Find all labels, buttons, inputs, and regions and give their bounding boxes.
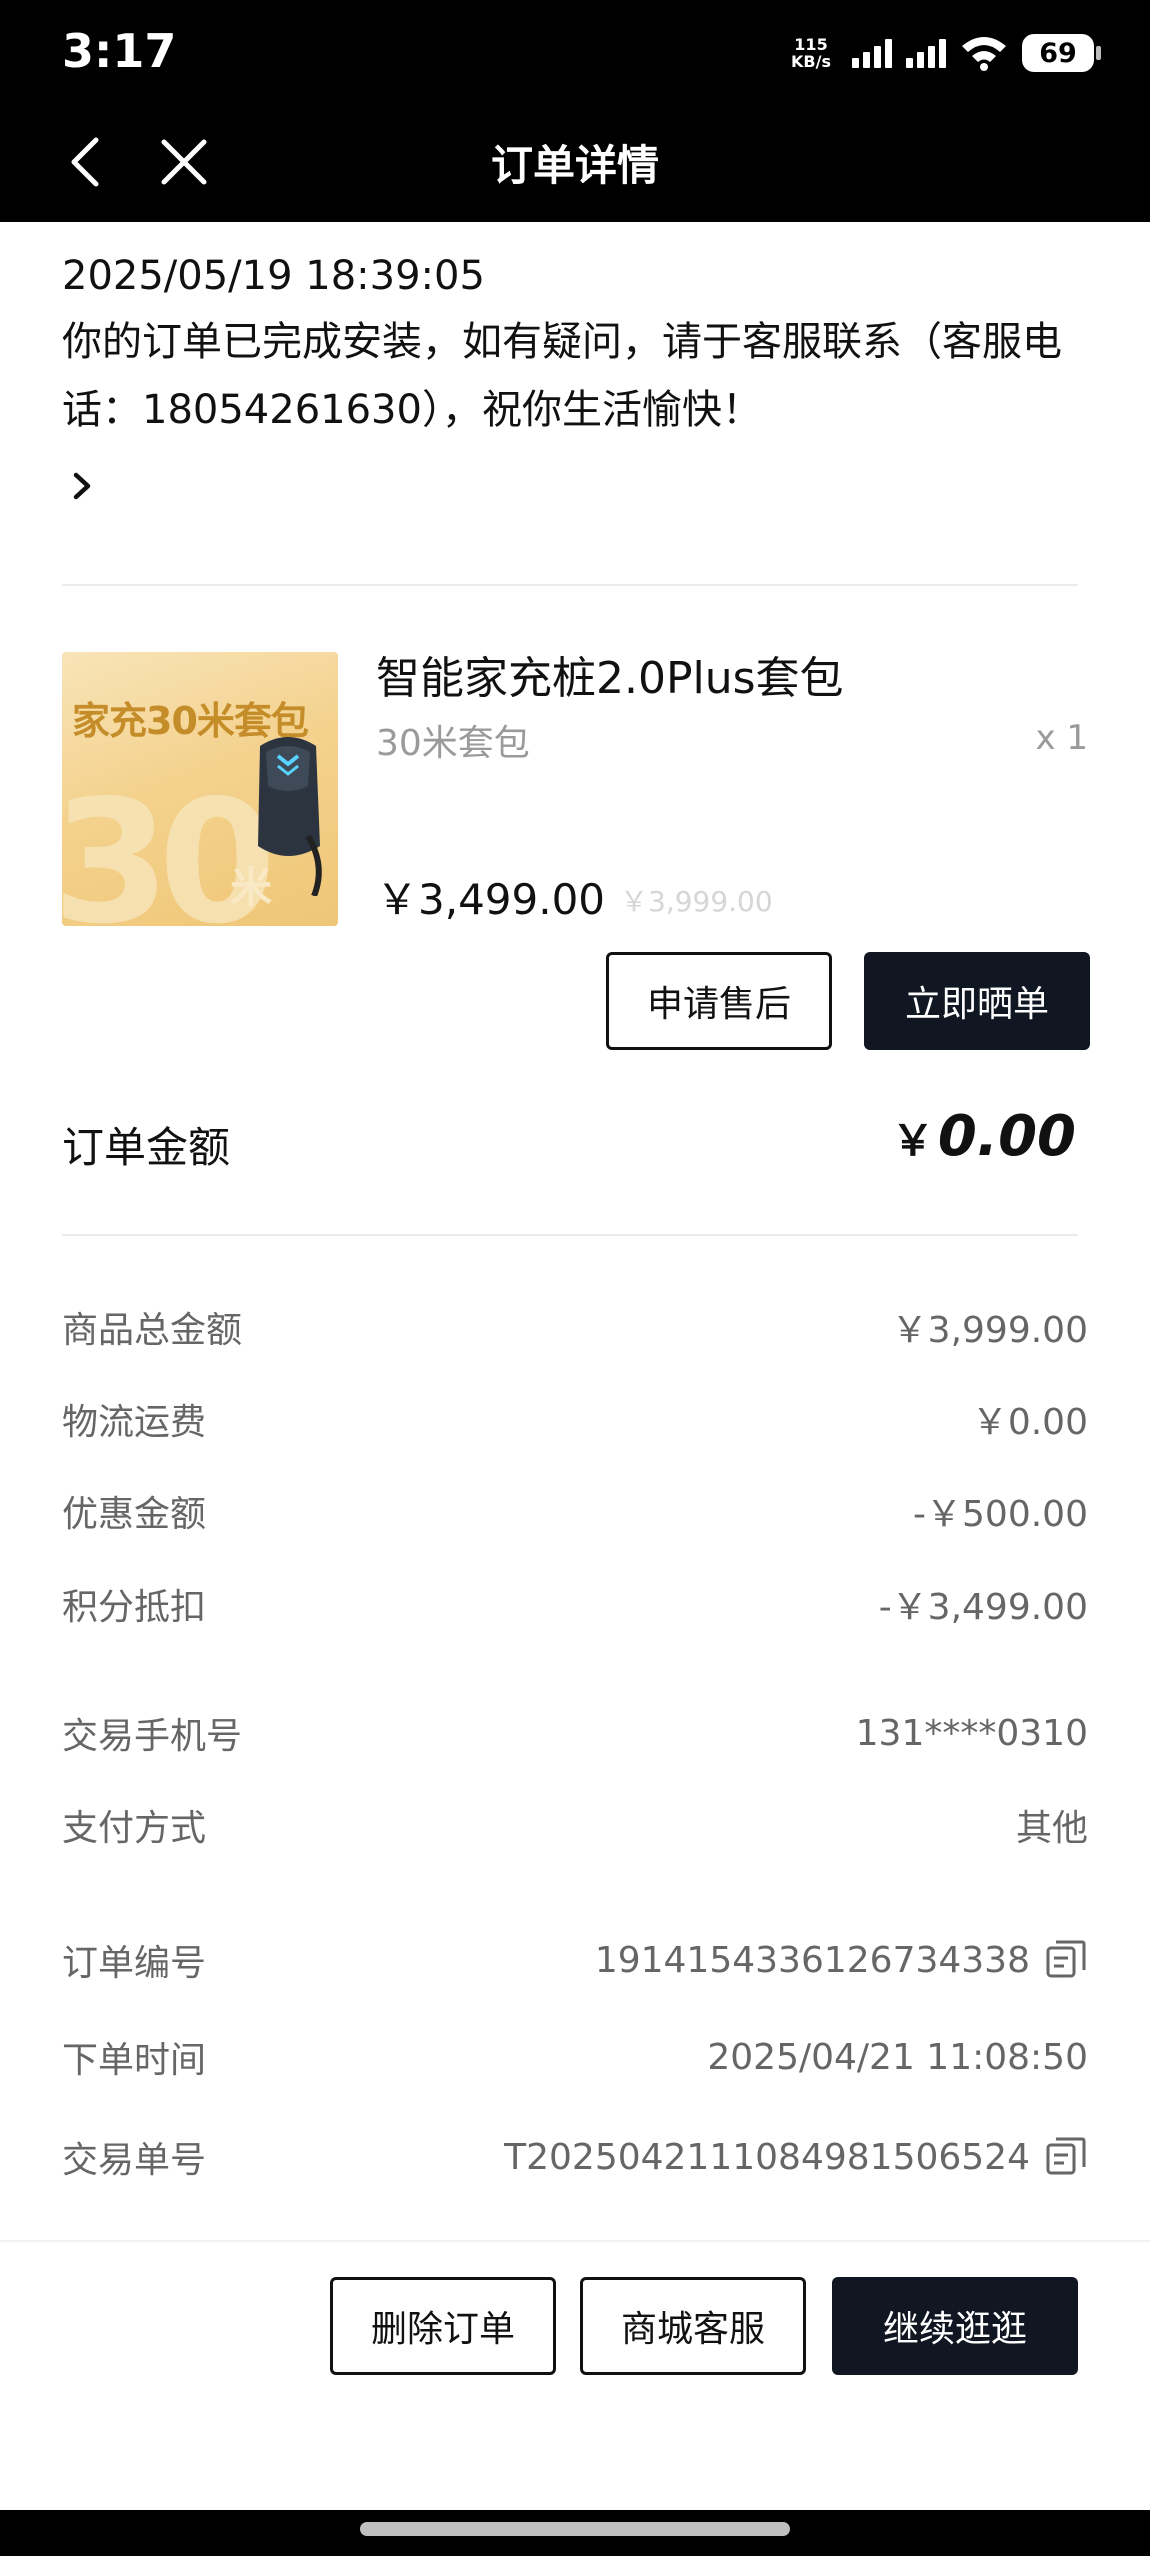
delete-order-button[interactable]: 删除订单 — [330, 2277, 556, 2375]
detail-value: -￥3,499.00 — [878, 1587, 1088, 1628]
detail-value: -￥500.00 — [913, 1494, 1088, 1535]
detail-row-discount: 优惠金额 -￥500.00 — [62, 1481, 1088, 1541]
continue-shopping-button[interactable]: 继续逛逛 — [832, 2277, 1078, 2375]
after-sale-button[interactable]: 申请售后 — [606, 952, 832, 1050]
detail-label: 优惠金额 — [62, 1494, 207, 1535]
status-message: 你的订单已完成安装，如有疑问，请于客服联系（客服电话：18054261630），… — [62, 319, 1062, 433]
detail-label: 交易手机号 — [62, 1716, 243, 1757]
detail-value: ￥3,999.00 — [891, 1310, 1088, 1351]
chevron-right-icon[interactable] — [62, 466, 102, 506]
detail-label: 支付方式 — [62, 1808, 207, 1849]
wifi-icon — [962, 37, 1006, 71]
network-speed-value: 115 — [794, 35, 828, 54]
detail-value: 1914154336126734338 — [594, 1939, 1030, 1981]
detail-label: 交易单号 — [62, 2140, 207, 2181]
copy-icon[interactable] — [1044, 1938, 1088, 1982]
product-original-price: ￥3,999.00 — [620, 885, 773, 918]
detail-row-points-deduction: 积分抵扣 -￥3,499.00 — [62, 1574, 1088, 1634]
product-quantity: x 1 — [1035, 718, 1088, 758]
product-image[interactable]: 30 米 家充30米套包 — [62, 652, 338, 926]
product-price: ￥3,499.00 — [376, 875, 606, 924]
divider — [62, 1234, 1078, 1236]
detail-row-transaction-number: 交易单号 T2025042111084981506524 — [62, 2127, 1088, 2187]
network-speed: 115 KB/s — [784, 36, 838, 70]
status-bar: 3:17 115 KB/s 69 — [0, 0, 1150, 104]
detail-value: T2025042111084981506524 — [504, 2136, 1030, 2178]
nav-bar: 订单详情 — [0, 104, 1150, 222]
product-spec: 30米套包 — [376, 723, 530, 764]
copy-icon[interactable] — [1044, 2135, 1088, 2179]
home-indicator[interactable] — [360, 2522, 790, 2536]
divider — [62, 584, 1078, 586]
detail-row-phone: 交易手机号 131****0310 — [62, 1703, 1088, 1763]
status-icons: 115 KB/s 69 — [784, 30, 1101, 76]
network-speed-unit: KB/s — [791, 52, 831, 71]
detail-row-order-time: 下单时间 2025/04/21 11:08:50 — [62, 2027, 1088, 2087]
detail-row-payment-method: 支付方式 其他 — [62, 1795, 1088, 1855]
status-timestamp: 2025/05/19 18:39:05 — [62, 253, 485, 299]
cell-signal-icon — [906, 38, 946, 68]
page-title: 订单详情 — [490, 141, 659, 190]
detail-row-shipping: 物流运费 ￥0.00 — [62, 1389, 1088, 1449]
detail-label: 物流运费 — [62, 1402, 207, 1443]
detail-row-goods-total: 商品总金额 ￥3,999.00 — [62, 1297, 1088, 1357]
battery-icon: 69 — [1022, 34, 1101, 72]
order-status-notice: 2025/05/19 18:39:05 你的订单已完成安装，如有疑问，请于客服联… — [62, 250, 1092, 444]
detail-value: ￥0.00 — [971, 1402, 1088, 1443]
order-amount-number: 0.00 — [937, 1104, 1076, 1169]
share-review-button[interactable]: 立即晒单 — [864, 952, 1090, 1050]
detail-label: 订单编号 — [62, 1943, 207, 1984]
product-name[interactable]: 智能家充桩2.0Plus套包 — [376, 642, 844, 706]
order-amount-label: 订单金额 — [62, 1123, 231, 1172]
currency-symbol: ￥ — [891, 1116, 934, 1165]
order-amount-value: ￥ 0.00 — [892, 1104, 1076, 1169]
detail-row-order-number: 订单编号 1914154336126734338 — [62, 1930, 1088, 1990]
status-time: 3:17 — [62, 24, 177, 78]
cell-signal-icon — [852, 38, 892, 68]
detail-label: 积分抵扣 — [62, 1587, 207, 1628]
detail-value: 131****0310 — [855, 1712, 1088, 1754]
detail-value: 2025/04/21 11:08:50 — [707, 2036, 1088, 2078]
detail-label: 商品总金额 — [62, 1310, 243, 1351]
detail-value: 其他 — [1015, 1808, 1088, 1849]
charger-icon — [258, 737, 322, 896]
detail-label: 下单时间 — [62, 2040, 207, 2081]
customer-service-button[interactable]: 商城客服 — [580, 2277, 806, 2375]
